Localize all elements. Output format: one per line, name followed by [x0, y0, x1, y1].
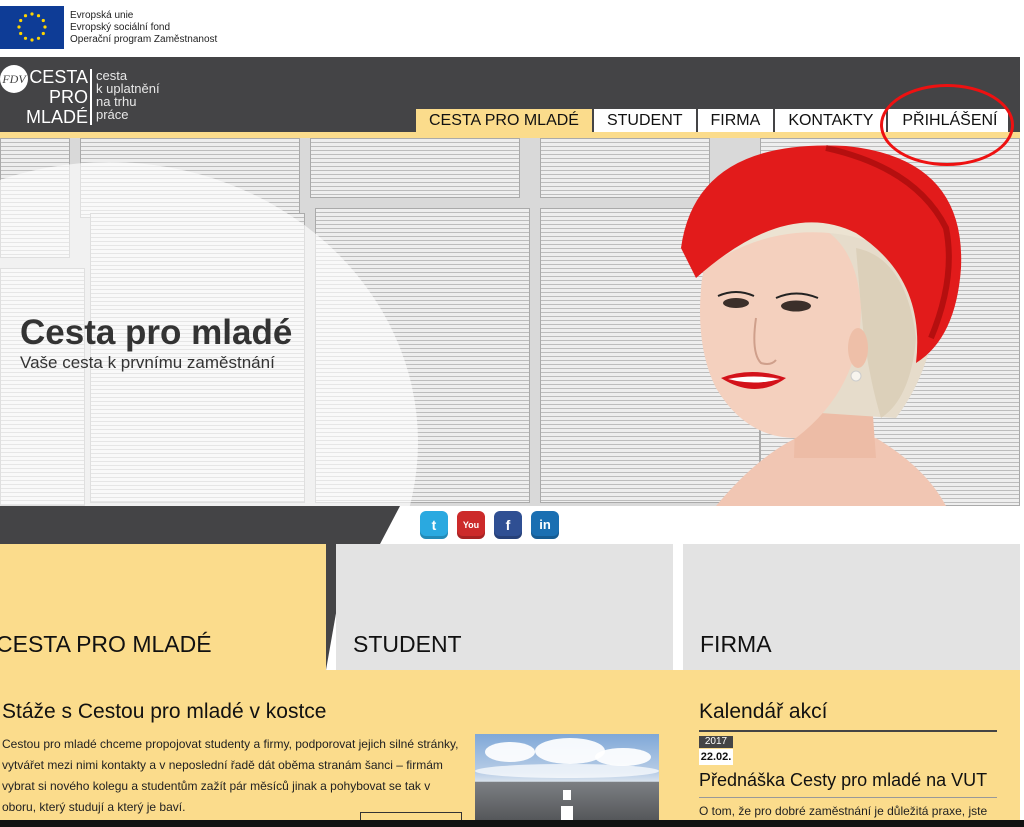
hero-subtitle: Vaše cesta k prvnímu zaměstnání: [20, 353, 275, 372]
esf-line: Evropský sociální fond: [70, 22, 171, 33]
eu-funding-text: Evropská unie Evropský sociální fond Ope…: [70, 10, 217, 46]
cloud-shape: [595, 748, 651, 766]
site-logo[interactable]: FDV CESTA PRO MLADÉ cesta k uplatnění na…: [0, 61, 180, 127]
nav-item-prihlaseni[interactable]: PŘIHLÁŠENÍ: [886, 109, 1009, 132]
cloud-shape: [485, 742, 535, 762]
hero-banner: Cesta pro mladé Vaše cesta k prvnímu zam…: [0, 138, 1020, 506]
youtube-icon[interactable]: You Tube: [457, 511, 485, 558]
tile-label: STUDENT: [353, 631, 462, 657]
article: Stáže s Cestou pro mladé v kostce Cestou…: [2, 700, 462, 818]
cloud-shape: [535, 738, 605, 764]
site-header: FDV CESTA PRO MLADÉ cesta k uplatnění na…: [0, 57, 1020, 132]
event-calendar: Kalendář akcí 2017 22.02. Přednáška Cest…: [699, 700, 999, 818]
road-marking: [561, 806, 573, 820]
event-date: 22.02.: [699, 749, 733, 765]
twitter-icon[interactable]: t: [420, 511, 448, 539]
newspaper-background: [310, 138, 520, 198]
logo-tagline: cesta k uplatnění na trhu práce: [96, 69, 160, 121]
logo-wordmark: CESTA PRO MLADÉ: [22, 67, 88, 127]
op-line: Operační program Zaměstnanost: [70, 34, 218, 45]
logo-word: CESTA: [29, 67, 88, 87]
event-text: O tom, že pro dobré zaměstnání je důleži…: [699, 804, 988, 818]
bottom-edge: [0, 820, 1024, 827]
tile-divider: [673, 544, 683, 670]
linkedin-icon[interactable]: in: [531, 511, 559, 539]
logo-divider: [90, 69, 92, 125]
eu-flag-icon: [0, 6, 64, 49]
content-section: Stáže s Cestou pro mladé v kostce Cestou…: [0, 670, 1020, 822]
event-title[interactable]: Přednáška Cesty pro mladé na VUT: [699, 770, 987, 791]
nav-item-cesta-pro-mlade[interactable]: CESTA PRO MLADÉ: [416, 109, 592, 132]
eu-line: Evropská unie: [70, 10, 134, 21]
calendar-divider: [699, 730, 997, 732]
road-marking: [563, 790, 571, 800]
logo-word: PRO: [48, 87, 88, 107]
hero-portrait-image: [676, 138, 976, 506]
hero-title: Cesta pro mladé: [20, 313, 293, 352]
nav-item-kontakty[interactable]: KONTAKTY: [773, 109, 887, 132]
event-year: 2017: [699, 736, 733, 748]
tile-label: FIRMA: [700, 631, 772, 657]
tile-label: CESTA PRO MLADÉ: [0, 631, 212, 657]
facebook-icon[interactable]: f: [494, 511, 522, 539]
eu-funding-header: Evropská unie Evropský sociální fond Ope…: [0, 0, 1024, 57]
tile-divider: [326, 544, 336, 670]
article-text: Cestou pro mladé chceme propojovat stude…: [2, 737, 459, 814]
calendar-title: Kalendář akcí: [699, 700, 828, 723]
nav-item-firma[interactable]: FIRMA: [695, 109, 774, 132]
tile-cesta-pro-mlade[interactable]: CESTA PRO MLADÉ: [0, 544, 326, 670]
article-title[interactable]: Stáže s Cestou pro mladé v kostce: [2, 700, 462, 724]
hero-bottom-band: [0, 506, 400, 544]
social-links: t You Tube f in: [420, 511, 559, 558]
nav-item-student[interactable]: STUDENT: [591, 109, 696, 132]
logo-word: MLADÉ: [25, 107, 88, 127]
cloud-shape: [475, 764, 659, 778]
main-nav: CESTA PRO MLADÉ STUDENT FIRMA KONTAKTY P…: [416, 109, 1009, 132]
tile-student[interactable]: STUDENT: [336, 544, 673, 670]
tagline-line: práce: [96, 107, 129, 122]
tile-firma[interactable]: FIRMA: [683, 544, 1020, 670]
road-image: [475, 734, 659, 820]
event-divider: [699, 797, 997, 798]
